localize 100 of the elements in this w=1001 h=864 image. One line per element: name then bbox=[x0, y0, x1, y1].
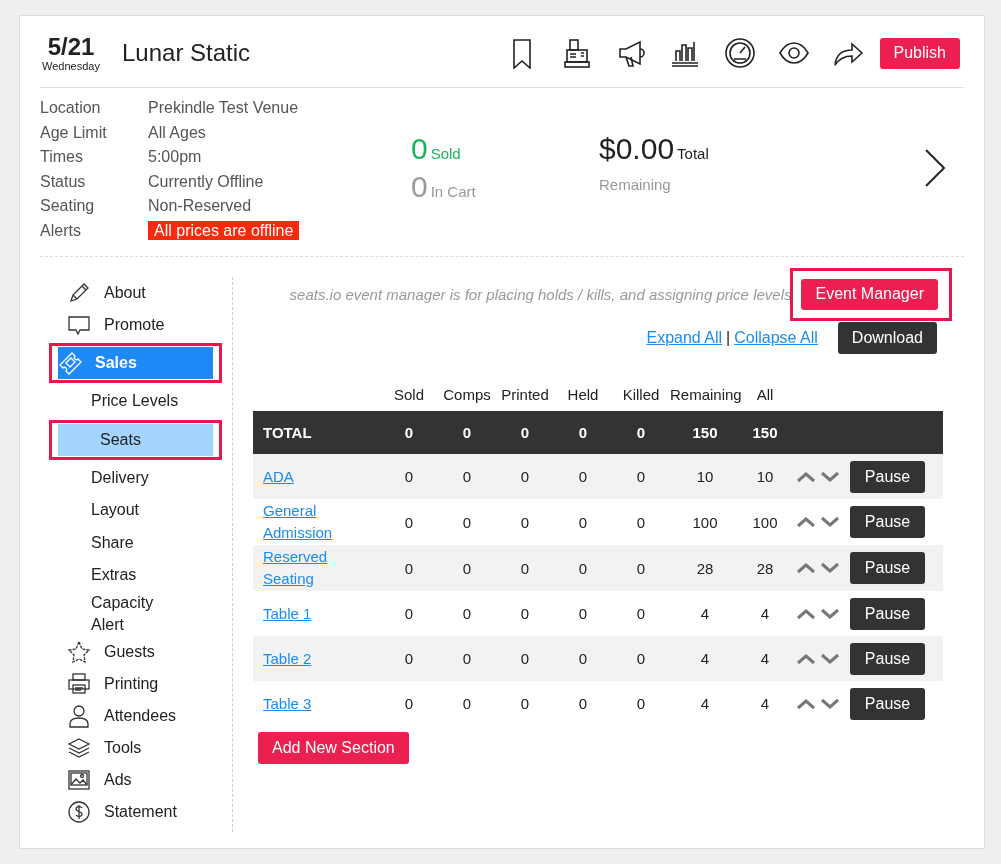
table-cell-text: 4 bbox=[759, 605, 771, 622]
column-header: Printed bbox=[500, 386, 550, 403]
table-cell-text: 0 bbox=[461, 695, 473, 712]
table-cell-text: 4 bbox=[699, 650, 711, 667]
table-cell-text: 0 bbox=[635, 695, 647, 712]
detail-label: Seating bbox=[40, 196, 96, 216]
total-cell-text: 0 bbox=[403, 424, 415, 441]
table-cell-text: 10 bbox=[755, 468, 775, 485]
column-header: Held bbox=[566, 386, 600, 403]
section-link[interactable]: General Admission bbox=[263, 500, 356, 544]
add-section-button[interactable]: Add New Section bbox=[258, 732, 409, 764]
expand-all-link[interactable]: Expand All bbox=[646, 329, 723, 347]
star-icon bbox=[67, 639, 91, 664]
chevron-right-icon[interactable] bbox=[923, 148, 947, 188]
table-cell-text: 0 bbox=[577, 650, 589, 667]
pause-button[interactable]: Pause bbox=[850, 597, 925, 630]
pause-button[interactable]: Pause bbox=[850, 687, 925, 720]
detail-value: Non-Reserved bbox=[148, 197, 252, 214]
table-cell-text: 0 bbox=[519, 605, 531, 622]
pause-button[interactable]: Pause bbox=[850, 460, 925, 493]
table-cell-text: 0 bbox=[635, 513, 647, 531]
table-cell-text: 0 bbox=[461, 513, 473, 531]
event-date: 5/21 bbox=[47, 34, 95, 60]
sidebar-subitem[interactable]: Seats bbox=[58, 423, 213, 456]
detail-label: Location bbox=[40, 98, 102, 118]
info-note: seats.io event manager is for placing holds / kills, and assigning price levels bbox=[289, 285, 792, 303]
sidebar-item[interactable]: Attendees bbox=[58, 699, 216, 732]
table-cell-text: 0 bbox=[519, 559, 531, 577]
sidebar-subitem[interactable]: Capacity Alert bbox=[58, 591, 216, 636]
column-header: All bbox=[755, 386, 775, 403]
table-cell-text: 0 bbox=[461, 650, 473, 667]
collapse-all-link[interactable]: Collapse All bbox=[734, 329, 818, 347]
sidebar-item[interactable]: Statement bbox=[58, 795, 216, 828]
column-header: Sold bbox=[393, 386, 425, 403]
sidebar-item[interactable]: Guests bbox=[58, 635, 216, 668]
table-cell-text: 0 bbox=[519, 513, 531, 531]
total-amount: $0.00 bbox=[599, 132, 675, 166]
sidebar-item[interactable]: Printing bbox=[58, 667, 216, 700]
table-cell-text: 0 bbox=[403, 605, 415, 622]
pause-button[interactable]: Pause bbox=[850, 552, 925, 584]
sidebar-subitem[interactable]: Share bbox=[58, 526, 216, 559]
ticket-icon bbox=[58, 351, 82, 375]
table-cell-text: 0 bbox=[461, 605, 473, 622]
table-cell-text: 0 bbox=[519, 695, 531, 712]
table-cell-text: 0 bbox=[577, 513, 589, 531]
sidebar-item[interactable]: About bbox=[58, 277, 216, 309]
table-cell-text: 0 bbox=[635, 559, 647, 577]
table-cell-text: 28 bbox=[755, 559, 775, 577]
download-button[interactable]: Download bbox=[837, 322, 937, 354]
sidebar-subitem[interactable]: Layout bbox=[58, 494, 216, 527]
sidebar-subitem[interactable]: Extras bbox=[58, 559, 216, 592]
detail-label: Times bbox=[40, 147, 84, 167]
column-header: Comps bbox=[442, 386, 492, 403]
dollar-icon bbox=[67, 799, 91, 824]
table-cell-text: 0 bbox=[519, 650, 531, 667]
total-cell-text: 0 bbox=[577, 424, 589, 441]
sidebar-subitem[interactable]: Delivery bbox=[58, 461, 216, 494]
detail-value: All Ages bbox=[148, 123, 206, 141]
sidebar-item[interactable]: Sales bbox=[58, 347, 213, 379]
table-cell-text: 0 bbox=[635, 605, 647, 622]
sidebar-item[interactable]: Tools bbox=[58, 731, 216, 764]
detail-value: Prekindle Test Venue bbox=[148, 99, 299, 116]
table-cell-text: 0 bbox=[403, 513, 415, 531]
in-cart-count: 0 bbox=[411, 170, 428, 204]
total-cell-text: 150 bbox=[751, 424, 779, 441]
detail-value: 5:00pm bbox=[148, 148, 202, 165]
detail-label: Status bbox=[40, 171, 87, 192]
speech-bubble-icon bbox=[67, 313, 91, 337]
in-cart-label: In Cart bbox=[430, 183, 476, 200]
table-cell-text: 4 bbox=[699, 695, 711, 712]
column-header: Remaining bbox=[670, 386, 740, 403]
table-cell-text: 4 bbox=[759, 650, 771, 667]
table-cell-text: 0 bbox=[403, 559, 415, 577]
table-cell-text: 100 bbox=[691, 513, 719, 531]
sidebar-item[interactable]: Ads bbox=[58, 763, 216, 796]
table-cell-text: 0 bbox=[635, 468, 647, 485]
gauge-icon[interactable] bbox=[723, 37, 756, 69]
event-title: Lunar Static bbox=[122, 39, 252, 67]
sidebar-item[interactable]: Promote bbox=[58, 309, 216, 341]
sidebar-subitem[interactable]: Price Levels bbox=[58, 385, 216, 418]
table-cell-text: 0 bbox=[519, 468, 531, 485]
table-cell-text: 0 bbox=[461, 559, 473, 577]
table-cell-text: 0 bbox=[577, 695, 589, 712]
table-cell-text: 4 bbox=[699, 605, 711, 622]
publish-button[interactable]: Publish bbox=[879, 37, 960, 69]
detail-label: Age Limit bbox=[40, 122, 108, 143]
printer-icon bbox=[67, 671, 91, 696]
detail-value: Currently Offline bbox=[148, 172, 264, 190]
section-link[interactable]: Table 3 bbox=[263, 692, 312, 715]
table-cell-text: 0 bbox=[577, 559, 589, 577]
table-cell-text: 0 bbox=[577, 468, 589, 485]
table-cell-text: 0 bbox=[635, 650, 647, 667]
image-icon bbox=[67, 767, 91, 792]
detail-label: Alerts bbox=[40, 220, 82, 241]
event-manager-button[interactable]: Event Manager bbox=[801, 278, 938, 310]
pause-button[interactable]: Pause bbox=[850, 506, 925, 538]
table-cell-text: 0 bbox=[403, 468, 415, 485]
table-cell-text: 0 bbox=[577, 605, 589, 622]
pause-button[interactable]: Pause bbox=[850, 642, 925, 675]
pencil-icon bbox=[67, 281, 91, 305]
